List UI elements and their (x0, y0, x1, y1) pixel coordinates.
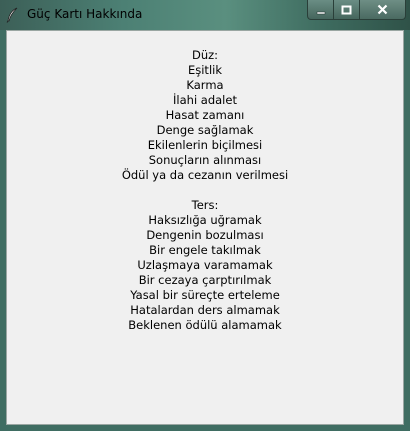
list-item: Denge sağlamak (156, 123, 254, 137)
app-window: Güç Kartı Hakkında Düz: Eşitlik Karma İl… (0, 0, 410, 431)
title-bar[interactable]: Güç Kartı Hakkında (0, 0, 410, 30)
list-item: Ödül ya da cezanın verilmesi (121, 168, 289, 182)
list-item: Eşitlik (187, 63, 222, 77)
list-item: Uzlaşmaya varamamak (137, 258, 273, 272)
list-item: Hasat zamanı (165, 108, 245, 122)
reversed-heading: Ters: (191, 198, 219, 212)
feather-icon (6, 7, 20, 23)
card-info-panel: Düz: Eşitlik Karma İlahi adalet Hasat za… (6, 30, 404, 425)
list-item: Hatalardan ders almamak (130, 303, 280, 317)
list-item: Haksızlığa uğramak (148, 213, 262, 227)
list-item: Yasal bir süreçte erteleme (130, 288, 280, 302)
list-item: Bir engele takılmak (149, 243, 261, 257)
minimize-icon (316, 0, 326, 19)
list-item: İlahi adalet (173, 93, 237, 107)
list-item: Bir cezaya çarptırılmak (138, 273, 272, 287)
window-controls (307, 0, 406, 22)
list-item: Karma (186, 78, 224, 92)
maximize-icon (341, 0, 352, 19)
maximize-button[interactable] (334, 0, 360, 20)
minimize-button[interactable] (307, 0, 334, 20)
upright-heading: Düz: (191, 48, 219, 62)
window-title: Güç Kartı Hakkında (27, 7, 143, 21)
list-item: Beklenen ödülü alamamak (128, 318, 282, 332)
card-meanings-text: Düz: Eşitlik Karma İlahi adalet Hasat za… (7, 48, 403, 333)
close-button[interactable] (360, 0, 406, 20)
list-item: Ekilenlerin biçilmesi (147, 138, 263, 152)
close-icon (377, 0, 388, 19)
list-item: Sonuçların alınması (148, 153, 262, 167)
list-item: Dengenin bozulması (146, 228, 264, 242)
